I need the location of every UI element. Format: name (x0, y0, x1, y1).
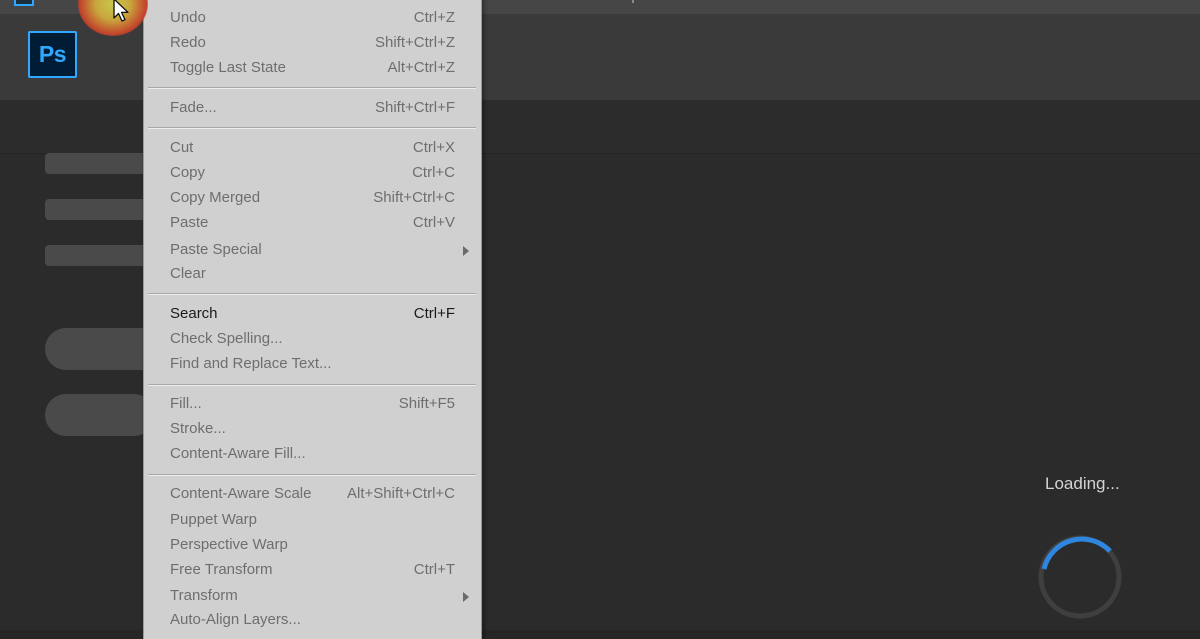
menu-item-label: Content-Aware Fill... (170, 445, 306, 462)
menu-item-label: Cut (170, 139, 194, 156)
menu-separator (148, 384, 476, 386)
menu-item-label: Auto-Align Layers... (170, 611, 301, 628)
menu-item-label: Perspective Warp (170, 536, 288, 553)
menu-item-shortcut: Shift+Ctrl+F (374, 99, 455, 116)
menu-item-label: Search (170, 305, 218, 322)
menu-separator (148, 127, 476, 129)
menu-item-search[interactable]: Search Ctrl+F (144, 303, 479, 327)
menu-item-label: Fill... (170, 395, 202, 412)
menu-item-toggle-last-state[interactable]: Toggle Last State Alt+Ctrl+Z (144, 57, 479, 81)
menu-item-shortcut: Ctrl+F (413, 305, 455, 322)
menu-item-transform[interactable]: Transform (144, 585, 479, 609)
menu-item-perspective-warp[interactable]: Perspective Warp (144, 534, 479, 558)
menu-item-shortcut: Ctrl+C (412, 164, 455, 181)
menu-item-copy[interactable]: Copy Ctrl+C (144, 162, 479, 186)
menu-separator (148, 474, 476, 476)
menu-item-check-spelling[interactable]: Check Spelling... (144, 328, 479, 352)
menu-item-label: Check Spelling... (170, 330, 283, 347)
loading-spinner-icon (1038, 535, 1122, 619)
menu-item-label: Undo (170, 9, 206, 26)
menu-item-label: Clear (170, 265, 206, 282)
menu-item-label: Find and Replace Text... (170, 355, 332, 372)
menu-item-auto-align-layers[interactable]: Auto-Align Layers... (144, 609, 479, 633)
menu-item-paste[interactable]: Paste Ctrl+V (144, 212, 479, 236)
menu-item-shortcut: Ctrl+V (412, 214, 455, 231)
menu-item-label: Copy Merged (170, 189, 261, 206)
menu-item-undo[interactable]: Undo Ctrl+Z (144, 7, 479, 31)
menu-item-label: Paste (170, 214, 209, 231)
menu-separator (148, 87, 476, 89)
photoshop-logo-icon: Ps (28, 31, 77, 78)
edit-menu: Undo Ctrl+Z Redo Shift+Ctrl+Z Toggle Last … (143, 0, 482, 639)
menu-item-content-aware-fill[interactable]: Content-Aware Fill... (144, 443, 479, 467)
menu-item-fade[interactable]: Fade... Shift+Ctrl+F (144, 97, 479, 121)
submenu-arrow-icon (463, 246, 469, 256)
menu-item-label: Paste Special (170, 241, 262, 258)
menu-item-free-transform[interactable]: Free Transform Ctrl+T (144, 559, 479, 583)
menu-item-paste-special[interactable]: Paste Special (144, 239, 479, 263)
menu-item-shortcut: Ctrl+T (413, 561, 455, 578)
menu-item-shortcut: Ctrl+X (412, 139, 455, 156)
menu-item-label: Content-Aware Scale (170, 485, 312, 502)
menu-item-stroke[interactable]: Stroke... (144, 418, 479, 442)
menu-item-find-and-replace-text[interactable]: Find and Replace Text... (144, 353, 479, 377)
menu-item-label: Redo (170, 34, 206, 51)
menu-item-clear[interactable]: Clear (144, 263, 479, 287)
menu-item-label: Puppet Warp (170, 511, 257, 528)
menu-item-cut[interactable]: Cut Ctrl+X (144, 137, 479, 161)
app-icon (14, 0, 34, 6)
title-bar-mark (632, 0, 634, 3)
menu-item-label: Free Transform (170, 561, 273, 578)
menu-separator (148, 293, 476, 295)
menu-item-label: Copy (170, 164, 206, 181)
menu-item-shortcut: Ctrl+Z (413, 9, 455, 26)
menu-item-content-aware-scale[interactable]: Content-Aware Scale Alt+Shift+Ctrl+C (144, 483, 479, 507)
menu-item-shortcut: Shift+Ctrl+C (373, 189, 455, 206)
loading-text: Loading... (1045, 474, 1120, 493)
menu-item-copy-merged[interactable]: Copy Merged Shift+Ctrl+C (144, 187, 479, 211)
menu-item-label: Fade... (170, 99, 217, 116)
menu-item-shortcut: Alt+Shift+Ctrl+C (347, 485, 455, 502)
menu-item-shortcut: Alt+Ctrl+Z (387, 59, 455, 76)
submenu-arrow-icon (463, 592, 469, 602)
menu-item-shortcut: Shift+Ctrl+Z (374, 34, 455, 51)
loading-placeholder-button (45, 394, 155, 436)
mouse-pointer-icon (113, 0, 129, 22)
menu-item-fill[interactable]: Fill... Shift+F5 (144, 393, 479, 417)
menu-item-label: Toggle Last State (170, 59, 286, 76)
menu-item-redo[interactable]: Redo Shift+Ctrl+Z (144, 32, 479, 56)
menu-item-label: Transform (170, 587, 238, 604)
menu-item-shortcut: Shift+F5 (398, 395, 455, 412)
menu-item-puppet-warp[interactable]: Puppet Warp (144, 509, 479, 533)
menu-item-label: Stroke... (170, 420, 226, 437)
